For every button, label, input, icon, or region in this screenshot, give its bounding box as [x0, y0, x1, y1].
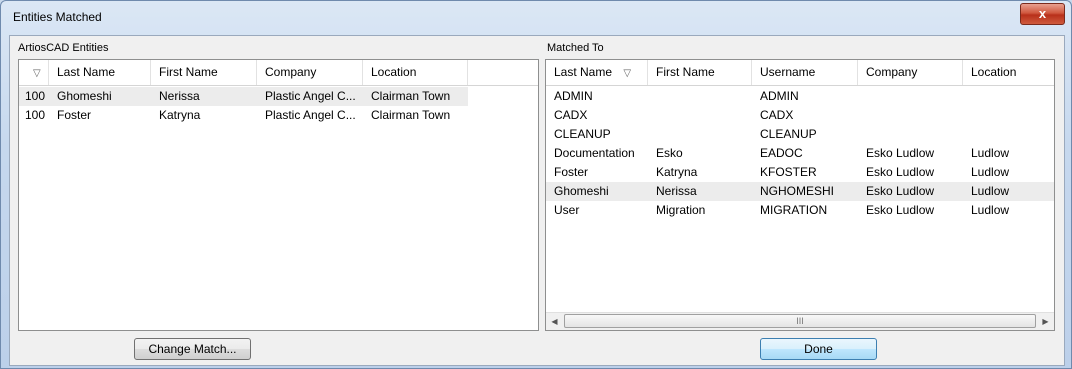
last-name-cell: CADX	[554, 108, 588, 122]
scroll-thumb[interactable]: III	[564, 314, 1036, 328]
last-name-cell: Foster	[57, 108, 92, 122]
artioscad-entities-list[interactable]: ▽ Last Name First Name Company Location …	[18, 59, 539, 331]
scroll-right-icon[interactable]: ▶	[1037, 313, 1054, 330]
row-number: 100	[25, 108, 46, 122]
last-name-cell: Documentation	[554, 146, 635, 160]
right-table-row[interactable]: ADMIN ADMIN	[546, 87, 1054, 106]
company-cell: Esko Ludlow	[866, 165, 935, 179]
right-col-username[interactable]: Username	[752, 60, 858, 85]
company-cell: Plastic Angel C...	[265, 89, 356, 103]
location-cell: Ludlow	[971, 184, 1010, 198]
company-cell: Esko Ludlow	[866, 203, 935, 217]
window-title: Entities Matched	[13, 10, 102, 24]
scroll-left-icon[interactable]: ◀	[546, 313, 563, 330]
close-button[interactable]: x	[1020, 3, 1065, 25]
left-col-company[interactable]: Company	[257, 60, 363, 85]
company-cell: Esko Ludlow	[866, 146, 935, 160]
location-cell	[971, 87, 1054, 106]
sort-arrow-icon: ▽	[623, 68, 632, 79]
right-col-last-name-label: Last Name	[554, 65, 613, 79]
username-cell: NGHOMESHI	[760, 184, 835, 198]
horizontal-scrollbar[interactable]: ◀ III ▶	[546, 312, 1054, 330]
right-table-row[interactable]: CADX CADX	[546, 106, 1054, 125]
first-name-cell: Katryna	[159, 108, 201, 122]
company-cell	[866, 125, 963, 144]
username-cell: CADX	[760, 108, 794, 122]
row-number: 100	[25, 89, 46, 103]
last-name-cell: Ghomeshi	[554, 184, 609, 198]
left-sort-column-header[interactable]: ▽	[19, 60, 49, 85]
left-table-row[interactable]: 100 Ghomeshi Nerissa Plastic Angel C... Clai…	[19, 87, 468, 106]
username-cell: KFOSTER	[760, 165, 817, 179]
right-table-row[interactable]: User Migration MIGRATION Esko Ludlow Ludlow	[546, 201, 1054, 220]
last-name-cell: Foster	[554, 165, 589, 179]
dialog-body: ArtiosCAD Entities ▽ Last Name First Nam…	[9, 35, 1065, 366]
location-cell	[971, 125, 1054, 144]
left-col-location[interactable]: Location	[363, 60, 468, 85]
last-name-cell: ADMIN	[554, 89, 593, 103]
left-col-last-name[interactable]: Last Name	[49, 60, 151, 85]
company-cell	[866, 106, 963, 125]
right-col-last-name[interactable]: Last Name ▽	[546, 60, 648, 85]
done-button[interactable]: Done	[760, 338, 877, 360]
last-name-cell: Ghomeshi	[57, 89, 112, 103]
company-cell: Plastic Angel C...	[265, 108, 356, 122]
right-table-row[interactable]: CLEANUP CLEANUP	[546, 125, 1054, 144]
username-cell: MIGRATION	[760, 203, 828, 217]
first-name-cell	[656, 125, 752, 144]
entities-matched-dialog: Entities Matched x ArtiosCAD Entities ▽ …	[0, 0, 1072, 369]
sort-arrow-icon: ▽	[33, 68, 41, 79]
location-cell: Ludlow	[971, 203, 1010, 217]
first-name-cell	[656, 106, 752, 125]
matched-to-list[interactable]: Last Name ▽ First Name Username Company …	[545, 59, 1055, 331]
right-col-first-name[interactable]: First Name	[648, 60, 752, 85]
last-name-cell: CLEANUP	[554, 127, 611, 141]
left-col-first-name[interactable]: First Name	[151, 60, 257, 85]
left-list-header: ▽ Last Name First Name Company Location	[19, 60, 538, 86]
matched-to-label: Matched To	[547, 42, 604, 54]
first-name-cell: Nerissa	[159, 89, 200, 103]
location-cell	[971, 106, 1054, 125]
right-col-company[interactable]: Company	[858, 60, 963, 85]
first-name-cell: Katryna	[656, 165, 698, 179]
username-cell: CLEANUP	[760, 127, 817, 141]
company-cell: Esko Ludlow	[866, 184, 935, 198]
right-list-header: Last Name ▽ First Name Username Company …	[546, 60, 1054, 86]
left-table-row[interactable]: 100 Foster Katryna Plastic Angel C... Clairm…	[19, 106, 468, 125]
username-cell: ADMIN	[760, 89, 799, 103]
last-name-cell: User	[554, 203, 580, 217]
right-col-location[interactable]: Location	[963, 60, 1054, 85]
location-cell: Clairman Town	[371, 108, 451, 122]
location-cell: Clairman Town	[371, 89, 451, 103]
right-table-row[interactable]: Foster Katryna KFOSTER Esko Ludlow Ludlow	[546, 163, 1054, 182]
title-bar[interactable]: Entities Matched x	[1, 1, 1071, 33]
location-cell: Ludlow	[971, 165, 1010, 179]
right-table-row[interactable]: Documentation Esko EADOC Esko Ludlow Ludlow	[546, 144, 1054, 163]
first-name-cell	[656, 87, 752, 106]
company-cell	[866, 87, 963, 106]
first-name-cell: Nerissa	[656, 184, 697, 198]
location-cell: Ludlow	[971, 146, 1010, 160]
username-cell: EADOC	[760, 146, 803, 160]
first-name-cell: Esko	[656, 146, 683, 160]
first-name-cell: Migration	[656, 203, 706, 217]
change-match-button[interactable]: Change Match...	[134, 338, 251, 360]
artioscad-entities-label: ArtiosCAD Entities	[18, 42, 109, 54]
right-table-row[interactable]: Ghomeshi Nerissa NGHOMESHI Esko Ludlow Ludlo…	[546, 182, 1054, 201]
